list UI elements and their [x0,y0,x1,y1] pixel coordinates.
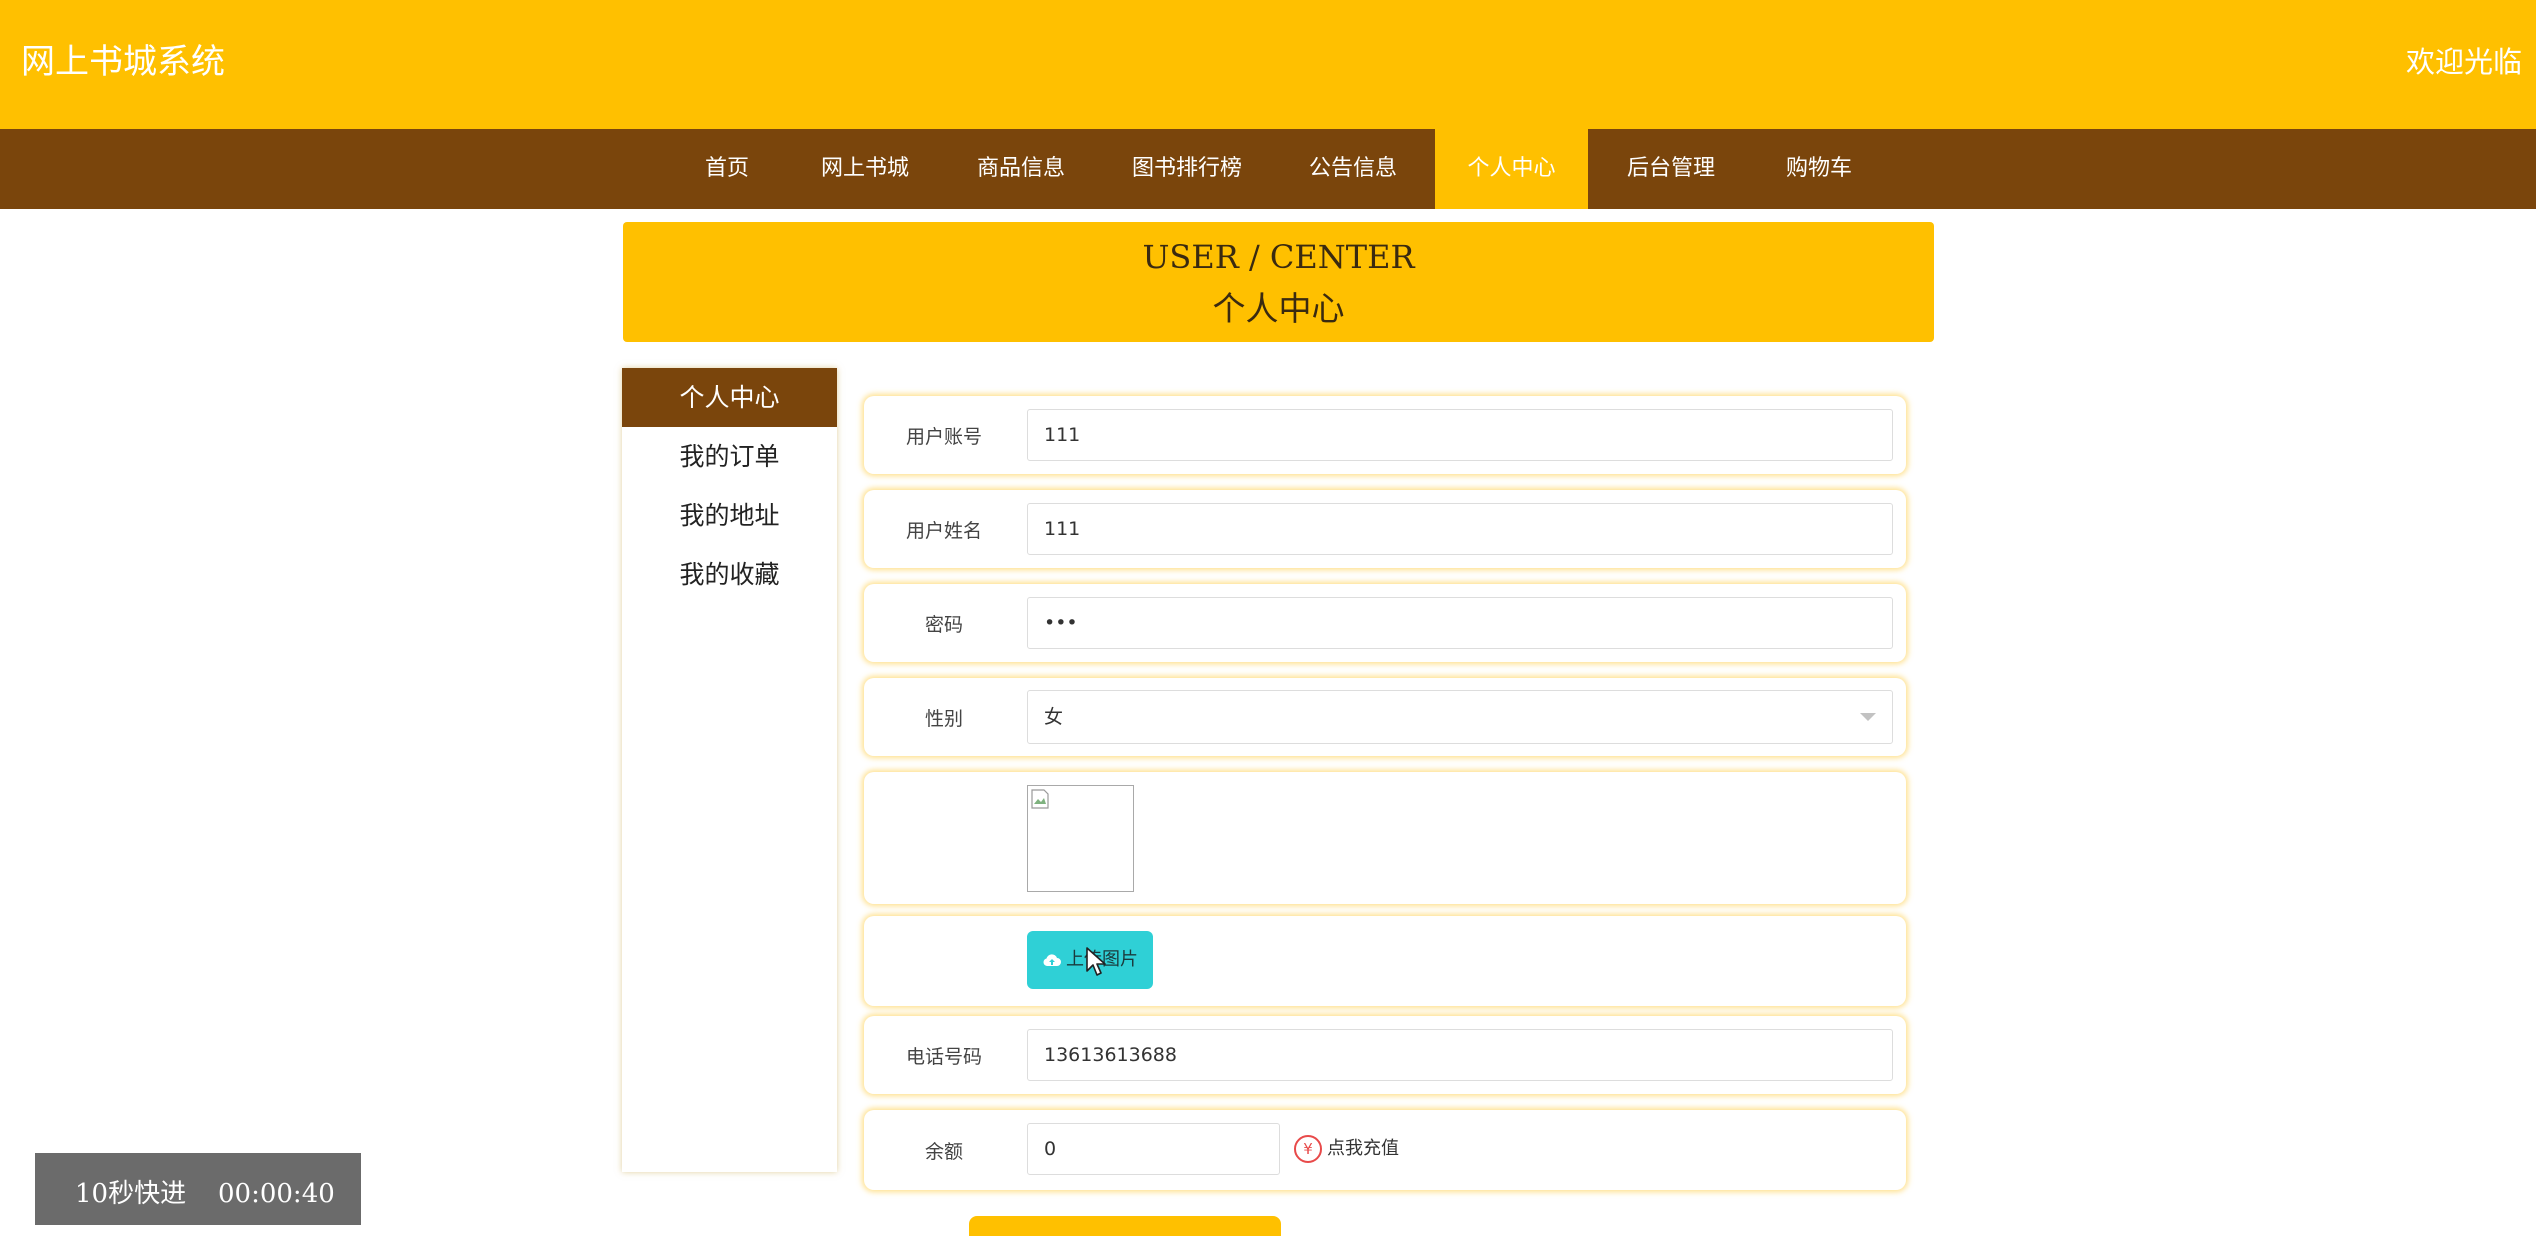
account-input[interactable] [1027,409,1893,461]
password-input[interactable] [1027,597,1893,649]
video-playback-bar: 10秒快进 00:00:40 [35,1153,361,1225]
sidebar-item-my-address[interactable]: 我的地址 [622,486,837,545]
broken-image-icon [1031,789,1049,809]
banner-title-en: USER / CENTER [1142,238,1415,276]
mouse-cursor-icon [1086,947,1106,976]
banner-title-cn: 个人中心 [1212,289,1345,328]
nav-item-products[interactable]: 商品信息 [958,129,1084,209]
nav-item-user-center[interactable]: 个人中心 [1435,129,1588,209]
nav-item-admin[interactable]: 后台管理 [1608,129,1734,209]
nav-item-book-ranking[interactable]: 图书排行榜 [1114,129,1260,209]
welcome-text: 欢迎光临 [2405,45,2522,79]
name-input[interactable] [1027,503,1893,555]
chevron-down-icon [1860,713,1876,721]
recharge-label: 点我充值 [1327,1138,1399,1159]
fast-forward-button[interactable]: 10秒快进 [75,1153,186,1235]
form-row-password: 密码 [864,584,1906,662]
password-label: 密码 [924,614,963,636]
nav-item-cart[interactable]: 购物车 [1764,129,1874,209]
form-row-balance: 余额 ¥点我充值 [864,1110,1906,1190]
gender-selected-value: 女 [1044,706,1064,728]
form-row-gender: 性别 女 [864,678,1906,756]
form-row-name: 用户姓名 [864,490,1906,568]
balance-label: 余额 [924,1141,963,1163]
name-label: 用户姓名 [905,520,982,542]
top-header: 网上书城系统 欢迎光临 [0,0,2536,129]
playback-time: 00:00:40 [218,1179,335,1209]
sidebar-item-my-orders[interactable]: 我的订单 [622,427,837,486]
gender-select[interactable]: 女 [1027,690,1893,744]
nav-item-home[interactable]: 首页 [682,129,772,209]
yen-circle-icon: ¥ [1294,1135,1322,1163]
phone-input[interactable] [1027,1029,1893,1081]
page-banner: USER / CENTER 个人中心 [623,222,1934,342]
sidebar-item-user-center[interactable]: 个人中心 [622,368,837,427]
user-sidebar: 个人中心 我的订单 我的地址 我的收藏 [622,368,837,1172]
recharge-link[interactable]: ¥ 点我充值 [1294,1134,1399,1164]
main-nav: 首页 网上书城 商品信息 图书排行榜 公告信息 个人中心 后台管理 购物车 [0,129,2536,209]
avatar-image [1027,785,1134,892]
form-row-phone: 电话号码 [864,1016,1906,1094]
submit-button[interactable] [969,1216,1281,1236]
phone-label: 电话号码 [905,1046,982,1068]
site-title: 网上书城系统 [21,42,225,82]
nav-item-bookstore[interactable]: 网上书城 [802,129,928,209]
gender-label: 性别 [924,708,963,730]
nav-item-announcements[interactable]: 公告信息 [1290,129,1416,209]
account-label: 用户账号 [905,426,982,448]
form-row-upload: 上传图片 [864,916,1906,1006]
form-row-avatar [864,772,1906,904]
cloud-upload-icon [1043,954,1061,966]
balance-input[interactable] [1027,1123,1280,1175]
form-row-account: 用户账号 [864,396,1906,474]
sidebar-item-my-favorites[interactable]: 我的收藏 [622,545,837,604]
